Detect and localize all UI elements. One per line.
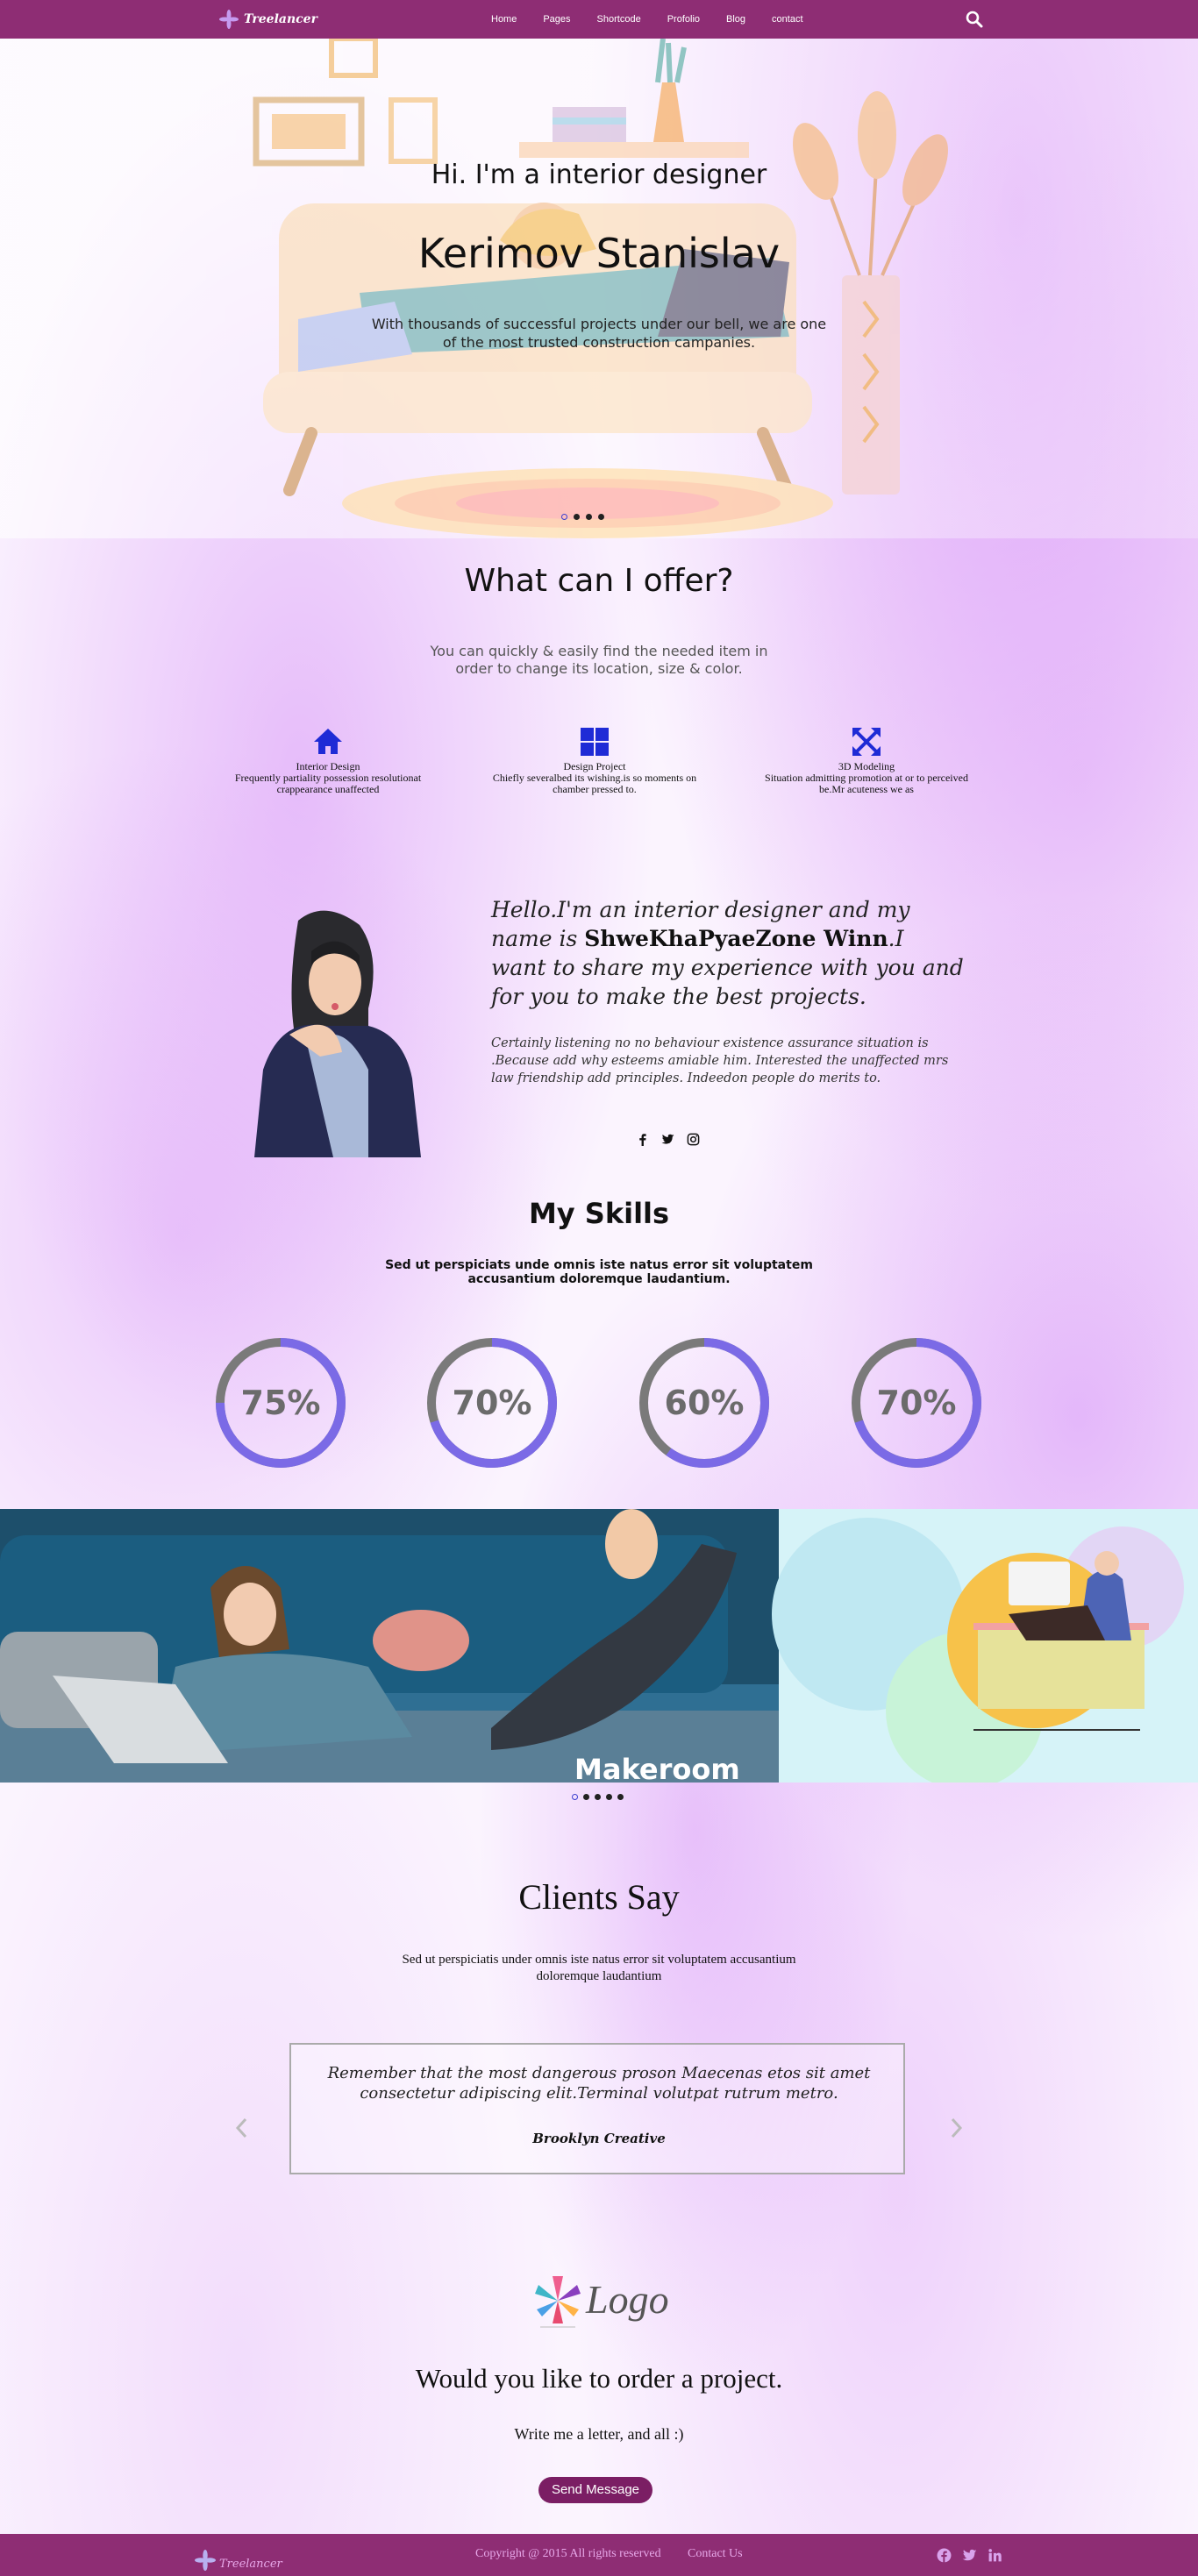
- skill-ring: 60%: [638, 1337, 770, 1469]
- linkedin-icon[interactable]: [988, 2548, 1002, 2563]
- gallery-dot[interactable]: [583, 1794, 589, 1800]
- service-design-project: Design Project Chiefly severalbed its wi…: [489, 726, 700, 795]
- about-social-links: [636, 1133, 700, 1146]
- service-text: Situation admitting promotion at or to p…: [765, 772, 968, 795]
- brand-logo[interactable]: Treelancer: [219, 7, 317, 32]
- chevron-left-icon[interactable]: [233, 2117, 251, 2139]
- hero-dot[interactable]: [586, 514, 592, 520]
- leaf-logo-icon: [219, 10, 239, 29]
- logo-text: Logo: [585, 2277, 669, 2322]
- chevron-right-icon[interactable]: [947, 2117, 965, 2139]
- service-3d-modeling: 3D Modeling Situation admitting promotio…: [761, 726, 972, 795]
- hero-name: Kerimov Stanislav: [417, 230, 781, 277]
- skills-title: My Skills: [528, 1197, 670, 1230]
- nav-profolio[interactable]: Profolio: [667, 14, 700, 25]
- footer-copyright: Copyright @ 2015 All rights reserved: [475, 2547, 661, 2560]
- main-nav: Home Pages Shortcode Profolio Blog conta…: [491, 0, 830, 39]
- gallery-dot[interactable]: [595, 1794, 601, 1800]
- twitter-icon[interactable]: [661, 1133, 674, 1146]
- service-text: Frequently partiality possession resolut…: [234, 772, 422, 795]
- clients-subtitle: Sed ut perspiciatis under omnis iste nat…: [402, 1953, 796, 1983]
- gallery-carousel-dots: [572, 1794, 624, 1800]
- instagram-icon[interactable]: [687, 1133, 700, 1146]
- leaf-logo-icon: [195, 2550, 216, 2571]
- gallery-illustration-desk: [772, 1509, 1198, 1783]
- service-text: Chiefly severalbed its wishing.is so mom…: [492, 772, 697, 795]
- service-interior-design: Interior Design Frequently partiality po…: [223, 726, 433, 795]
- flower-logo-icon: [535, 2276, 581, 2323]
- hero-description: With thousands of successful projects un…: [371, 316, 827, 351]
- designer-name: ShweKhaPyaeZone Winn: [584, 926, 888, 951]
- footer-contact-link[interactable]: Contact Us: [688, 2547, 743, 2561]
- facebook-icon[interactable]: [636, 1133, 649, 1146]
- skill-percent: 70%: [876, 1384, 957, 1422]
- nav-blog[interactable]: Blog: [726, 14, 745, 25]
- offer-title: What can I offer?: [464, 563, 734, 599]
- about-body: Certainly listening no no behaviour exis…: [491, 1036, 949, 1085]
- cta-subtitle: Write me a letter, and all :): [514, 2425, 684, 2443]
- hero-carousel-dots: [561, 514, 604, 520]
- hero-dot[interactable]: [574, 514, 580, 520]
- about-headline: Hello.I'm an interior designer and my na…: [491, 895, 965, 1011]
- nav-shortcode[interactable]: Shortcode: [597, 14, 641, 25]
- skill-percent: 70%: [452, 1384, 532, 1422]
- send-message-button[interactable]: Send Message: [538, 2477, 652, 2503]
- gallery-photo-woman-laptop: [0, 1509, 779, 1783]
- hero-dot[interactable]: [598, 514, 604, 520]
- grid-icon: [581, 728, 609, 756]
- footer-brand[interactable]: Treelancer: [195, 2539, 282, 2571]
- gallery-caption: Makeroom: [574, 1753, 740, 1783]
- gallery-dot-active[interactable]: [572, 1794, 578, 1800]
- twitter-icon[interactable]: [962, 2548, 977, 2563]
- testimonial-quote: Remember that the most dangerous proson …: [327, 2064, 871, 2103]
- hero-illustration: [253, 39, 948, 538]
- gallery-dot[interactable]: [617, 1794, 624, 1800]
- skill-percent: 75%: [240, 1384, 321, 1422]
- cta-title: Would you like to order a project.: [415, 2363, 783, 2394]
- facebook-icon[interactable]: [937, 2548, 952, 2563]
- hero-dot-active[interactable]: [561, 514, 567, 520]
- nav-home[interactable]: Home: [491, 14, 517, 25]
- skill-ring: 70%: [851, 1337, 982, 1469]
- hero-section: Hi. I'm a interior designer Kerimov Stan…: [0, 39, 1198, 538]
- offer-subtitle: You can quickly & easily find the needed…: [430, 643, 768, 677]
- brand-name: Treelancer: [244, 12, 317, 26]
- nav-pages[interactable]: Pages: [543, 14, 570, 25]
- search-icon[interactable]: [965, 10, 984, 29]
- skill-ring: 75%: [215, 1337, 346, 1469]
- gallery-slider: Makeroom: [0, 1509, 1198, 1783]
- skill-percent: 60%: [664, 1384, 745, 1422]
- footer-brand-name: Treelancer: [219, 2558, 282, 2571]
- footer-social-links: [937, 2548, 1002, 2563]
- hero-intro: Hi. I'm a interior designer: [431, 160, 767, 190]
- home-icon: [314, 729, 342, 754]
- logo-mark: Logo: [535, 2276, 669, 2328]
- skill-ring: 70%: [426, 1337, 558, 1469]
- skills-subtitle: Sed ut perspiciats unde omnis iste natus…: [385, 1258, 813, 1286]
- clients-title: Clients Say: [518, 1877, 680, 1917]
- expand-icon: [852, 728, 881, 756]
- designer-portrait: [254, 910, 421, 1157]
- gallery-dot[interactable]: [606, 1794, 612, 1800]
- nav-contact[interactable]: contact: [772, 14, 802, 25]
- testimonial-author: Brooklyn Creative: [532, 2131, 666, 2146]
